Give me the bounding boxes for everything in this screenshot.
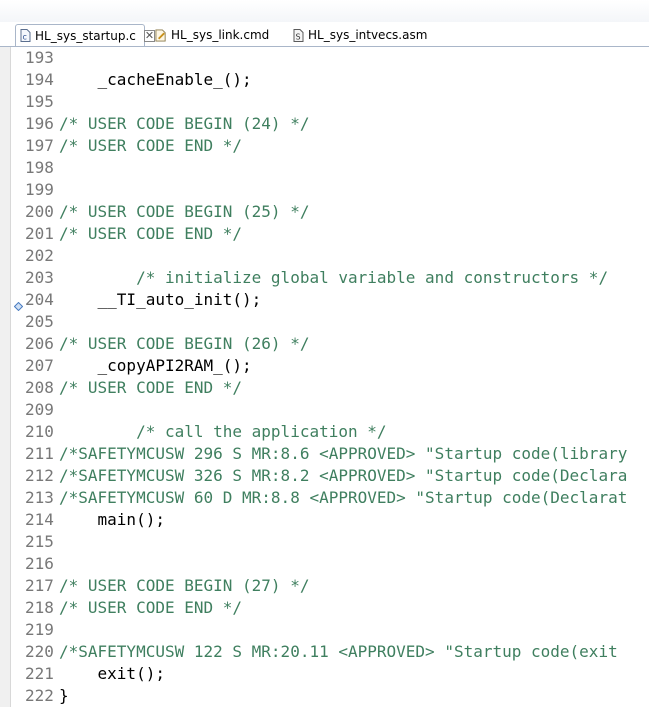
line-number: 213 [25,488,54,507]
code-line[interactable]: 203 /* initialize global variable and co… [0,267,649,289]
code-text: /*SAFETYMCUSW 296 S MR:8.6 <APPROVED> "S… [59,444,628,463]
code-editor[interactable]: 193 194 _cacheEnable_(); 195 196/* USER COD… [0,47,649,707]
code-line[interactable]: 217 /* USER CODE BEGIN (27) */ [0,575,649,597]
tab-label: HL_sys_intvecs.asm [308,28,428,42]
code-text: /* USER CODE END */ [59,598,243,617]
code-line[interactable]: 220 /*SAFETYMCUSW 122 S MR:20.11 <APPROVE… [0,641,649,663]
line-number: 220 [25,642,54,661]
line-number: 196 [25,114,54,133]
code-line[interactable]: 196 /* USER CODE BEGIN (24) */ [0,113,649,135]
code-text: } [59,686,69,705]
line-number: 209 [25,400,54,419]
breakpoint-marker-icon[interactable] [13,295,24,312]
line-number: 208 [25,378,54,397]
code-line[interactable]: 202 [0,245,649,267]
tab-label: HL_sys_link.cmd [171,28,270,42]
line-number: 204 [25,290,54,309]
line-number: 221 [25,664,54,683]
code-text: /* call the application */ [59,422,387,441]
tab-bar-strip [0,0,649,22]
code-line[interactable]: 222} [0,685,649,707]
line-number: 215 [25,532,54,551]
code-line[interactable]: 197 /* USER CODE END */ [0,135,649,157]
code-line[interactable]: 195 [0,91,649,113]
code-line[interactable]: 193 [0,47,649,69]
code-line[interactable]: 209 [0,399,649,421]
code-text: /* USER CODE BEGIN (27) */ [59,576,310,595]
line-number: 217 [25,576,54,595]
c-file-icon: c [20,29,31,43]
line-number: 222 [25,686,54,705]
line-number: 195 [25,92,54,111]
code-line[interactable]: 210 /* call the application */ [0,421,649,443]
code-text: exit(); [59,664,165,683]
code-line[interactable]: 213 /*SAFETYMCUSW 60 D MR:8.8 <APPROVED> … [0,487,649,509]
line-number: 202 [25,246,54,265]
code-line[interactable]: 194 _cacheEnable_(); [0,69,649,91]
code-line[interactable]: 204 __TI_auto_init(); [0,289,649,312]
line-number: 193 [25,48,54,67]
cmd-file-icon [155,28,167,42]
code-line[interactable]: 201 /* USER CODE END */ [0,223,649,245]
code-line[interactable]: 211 /*SAFETYMCUSW 296 S MR:8.6 <APPROVED>… [0,443,649,465]
tab-label: HL_sys_startup.c [35,28,136,43]
code-text: /* USER CODE END */ [59,136,243,155]
code-text: _copyAPI2RAM_(); [59,356,252,375]
code-text: main(); [59,510,165,529]
line-number: 212 [25,466,54,485]
code-line[interactable]: 218 /* USER CODE END */ [0,597,649,619]
asm-file-icon: S [292,28,304,42]
svg-text:S: S [295,32,300,41]
code-text: /* USER CODE END */ [59,378,243,397]
line-number: 218 [25,598,54,617]
line-number: 206 [25,334,54,353]
code-line[interactable]: 214 main(); [0,509,649,531]
line-number: 200 [25,202,54,221]
code-text: /* USER CODE BEGIN (26) */ [59,334,310,353]
code-text: /*SAFETYMCUSW 60 D MR:8.8 <APPROVED> "St… [59,488,628,507]
line-number: 205 [25,312,54,331]
code-text: __TI_auto_init(); [59,290,262,309]
code-line[interactable]: 208 /* USER CODE END */ [0,377,649,399]
code-text: /* USER CODE END */ [59,224,243,243]
line-number: 214 [25,510,54,529]
line-number: 219 [25,620,54,639]
svg-text:c: c [23,33,27,42]
code-text: /* USER CODE BEGIN (25) */ [59,202,310,221]
code-text: _cacheEnable_(); [59,70,252,89]
line-number: 203 [25,268,54,287]
tab-hl-sys-link[interactable]: HL_sys_link.cmd [151,24,279,46]
code-text: /* USER CODE BEGIN (24) */ [59,114,310,133]
line-number: 216 [25,554,54,573]
code-line[interactable]: 216 [0,553,649,575]
tab-hl-sys-startup[interactable]: c HL_sys_startup.c ✕ [15,24,156,46]
code-line[interactable]: 200 /* USER CODE BEGIN (25) */ [0,201,649,223]
line-number: 199 [25,180,54,199]
code-line[interactable]: 207 _copyAPI2RAM_(); [0,355,649,377]
code-line[interactable]: 205 [0,311,649,333]
line-number: 201 [25,224,54,243]
code-line[interactable]: 199 [0,179,649,201]
tab-hl-sys-intvecs[interactable]: S HL_sys_intvecs.asm [288,24,428,46]
code-line[interactable]: 206 /* USER CODE BEGIN (26) */ [0,333,649,355]
code-text: /* initialize global variable and constr… [59,268,609,287]
code-line[interactable]: 219 [0,619,649,641]
code-line[interactable]: 198 [0,157,649,179]
code-line[interactable]: 221 exit(); [0,663,649,685]
line-number: 210 [25,422,54,441]
editor-tab-bar: c HL_sys_startup.c ✕ HL_sys_link.cmd S H… [0,0,649,47]
line-number: 211 [25,444,54,463]
code-line[interactable]: 215 [0,531,649,553]
line-number: 198 [25,158,54,177]
line-number: 197 [25,136,54,155]
code-line[interactable]: 212 /*SAFETYMCUSW 326 S MR:8.2 <APPROVED>… [0,465,649,487]
code-text: /*SAFETYMCUSW 122 S MR:20.11 <APPROVED> … [59,642,618,661]
line-number: 194 [25,70,54,89]
code-text: /*SAFETYMCUSW 326 S MR:8.2 <APPROVED> "S… [59,466,628,485]
line-number: 207 [25,356,54,375]
